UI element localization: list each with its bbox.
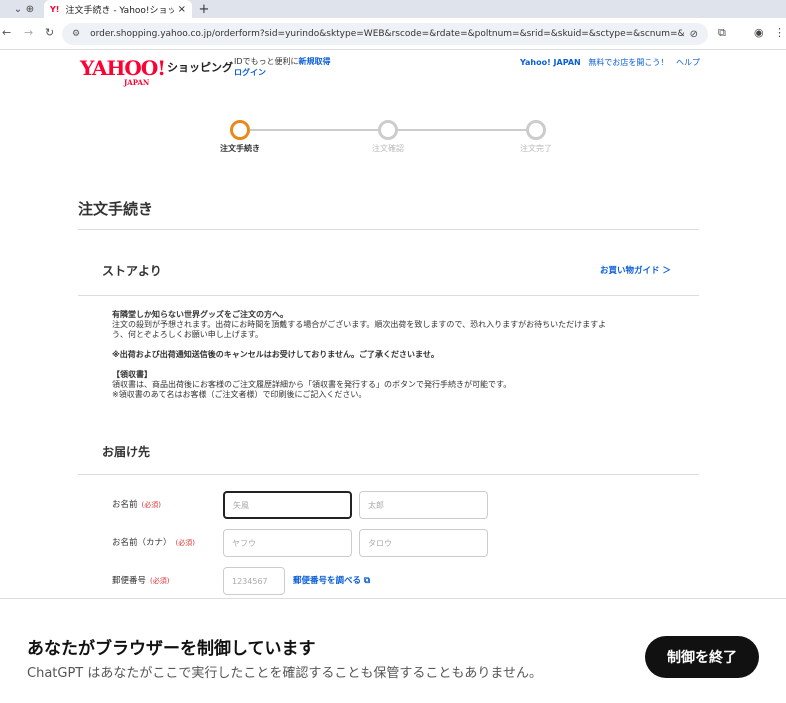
zip-label: 郵便番号 (必須)	[112, 574, 169, 586]
shopping-guide-link[interactable]: お買い物ガイド ＞	[600, 264, 671, 276]
new-tab-button[interactable]: +	[196, 0, 212, 18]
yahoo-favicon-icon: Y!	[50, 4, 60, 14]
required-badge: (必須)	[175, 539, 195, 547]
help-link[interactable]: ヘルプ	[676, 58, 700, 67]
zip-label-text: 郵便番号	[112, 576, 147, 586]
notice-line: 注文の殺到が予想されます。出荷にお時間を頂戴する場合がございます。順次出荷を致し…	[112, 320, 607, 329]
store-section-title: ストアより	[102, 264, 162, 278]
notice-line: 【領収書】	[112, 370, 152, 379]
yahoo-japan-link[interactable]: Yahoo! JAPAN	[520, 58, 581, 67]
address-bar[interactable]: ⚙ order.shopping.yahoo.co.jp/orderform?s…	[62, 23, 708, 45]
divider	[78, 229, 699, 230]
browser-toolbar: ← → ↻ ⚙ order.shopping.yahoo.co.jp/order…	[0, 18, 786, 50]
stop-control-button[interactable]: 制御を終了	[645, 636, 759, 678]
name-label: お名前 (必須)	[112, 498, 161, 510]
step-dot-order	[230, 120, 250, 140]
reload-icon[interactable]: ↻	[45, 26, 54, 39]
store-notice: 有隣堂しか知らない世界グッズをご注文の方へ。 注文の殺到が予想されます。出荷にお…	[112, 310, 672, 400]
login-link[interactable]: ログイン	[234, 68, 266, 77]
last-name-input[interactable]: 矢風	[223, 491, 352, 519]
divider	[78, 295, 699, 296]
step-dot-confirm	[378, 120, 398, 140]
id-promo-text: IDでもっと便利に	[234, 57, 299, 66]
banner-subtitle: ChatGPT はあなたがここで実行したことを確認することも保管することもありま…	[27, 666, 542, 681]
active-tab[interactable]: Y! 注文手続き - Yahoo!ショッピ ×	[44, 0, 192, 18]
step-label-order: 注文手続き	[220, 144, 260, 153]
tab-strip: ⌄ ⊕ Y! 注文手続き - Yahoo!ショッピ × +	[0, 0, 786, 18]
step-connector	[398, 129, 526, 131]
zip-input[interactable]: 1234567	[223, 567, 285, 595]
forward-icon[interactable]: →	[24, 26, 33, 39]
kana-label-text: お名前（カナ）	[112, 538, 172, 548]
control-banner: あなたがブラウザーを制御しています ChatGPT はあなたがここで実行したこと…	[0, 598, 786, 703]
yahoo-logo-sub: JAPAN	[124, 78, 150, 87]
first-name-input[interactable]: 太郎	[359, 491, 488, 519]
notice-line: ※領収書のあて名はお客様（ご注文者様）で印刷後にご記入ください。	[112, 390, 367, 399]
name-label-text: お名前	[112, 500, 138, 510]
back-icon[interactable]: ←	[2, 26, 11, 39]
profile-icon[interactable]: ◉	[754, 26, 764, 39]
last-name-kana-input[interactable]: ヤフウ	[223, 529, 352, 557]
register-link[interactable]: 新規取得	[299, 57, 331, 66]
pinned-tab-icon[interactable]: ⊕	[12, 0, 48, 18]
page-title: 注文手続き	[78, 200, 154, 218]
step-dot-complete	[526, 120, 546, 140]
url-text: order.shopping.yahoo.co.jp/orderform?sid…	[90, 29, 684, 39]
banner-title: あなたがブラウザーを制御しています	[27, 639, 316, 659]
header-right-links: Yahoo! JAPAN 無料でお店を開こう！ ヘルプ	[520, 57, 700, 68]
extensions-icon[interactable]: ⧉	[718, 26, 726, 40]
notice-line: 有隣堂しか知らない世界グッズをご注文の方へ。	[112, 310, 288, 319]
tab-title: 注文手続き - Yahoo!ショッピ	[65, 5, 174, 16]
tab-close-icon[interactable]: ×	[178, 4, 186, 15]
notice-line: 領収書は、商品出荷後にお客様のご注文履歴詳細から「領収書を発行する」のボタンで発…	[112, 380, 512, 389]
menu-icon[interactable]: ⋮	[774, 26, 785, 39]
open-store-link[interactable]: 無料でお店を開こう！	[588, 58, 668, 67]
yahoo-logo[interactable]: YAHOO!	[80, 56, 166, 80]
site-info-icon[interactable]: ⚙	[72, 29, 80, 39]
required-badge: (必須)	[150, 577, 170, 585]
zip-lookup-link[interactable]: 郵便番号を調べる ⧉	[293, 574, 370, 586]
id-promo: IDでもっと便利に新規取得 ログイン	[234, 56, 331, 78]
page-content: YAHOO! JAPAN ショッピング IDでもっと便利に新規取得 ログイン Y…	[0, 50, 786, 598]
kana-label: お名前（カナ） (必須)	[112, 536, 195, 548]
shopping-logo-text[interactable]: ショッピング	[167, 59, 233, 75]
step-label-complete: 注文完了	[520, 144, 552, 153]
first-name-kana-input[interactable]: タロウ	[359, 529, 488, 557]
notice-line: う、何とぞよろしくお願い申し上げます。	[112, 330, 263, 339]
divider	[78, 474, 699, 475]
step-label-confirm: 注文確認	[372, 144, 404, 153]
required-badge: (必須)	[141, 501, 161, 509]
delivery-section-title: お届け先	[102, 445, 151, 459]
notice-line: ※出荷および出荷通知送信後のキャンセルはお受けしておりません。ご了承くださいませ…	[112, 350, 439, 359]
eye-off-icon[interactable]: ⊘	[690, 29, 698, 40]
step-connector	[250, 129, 378, 131]
